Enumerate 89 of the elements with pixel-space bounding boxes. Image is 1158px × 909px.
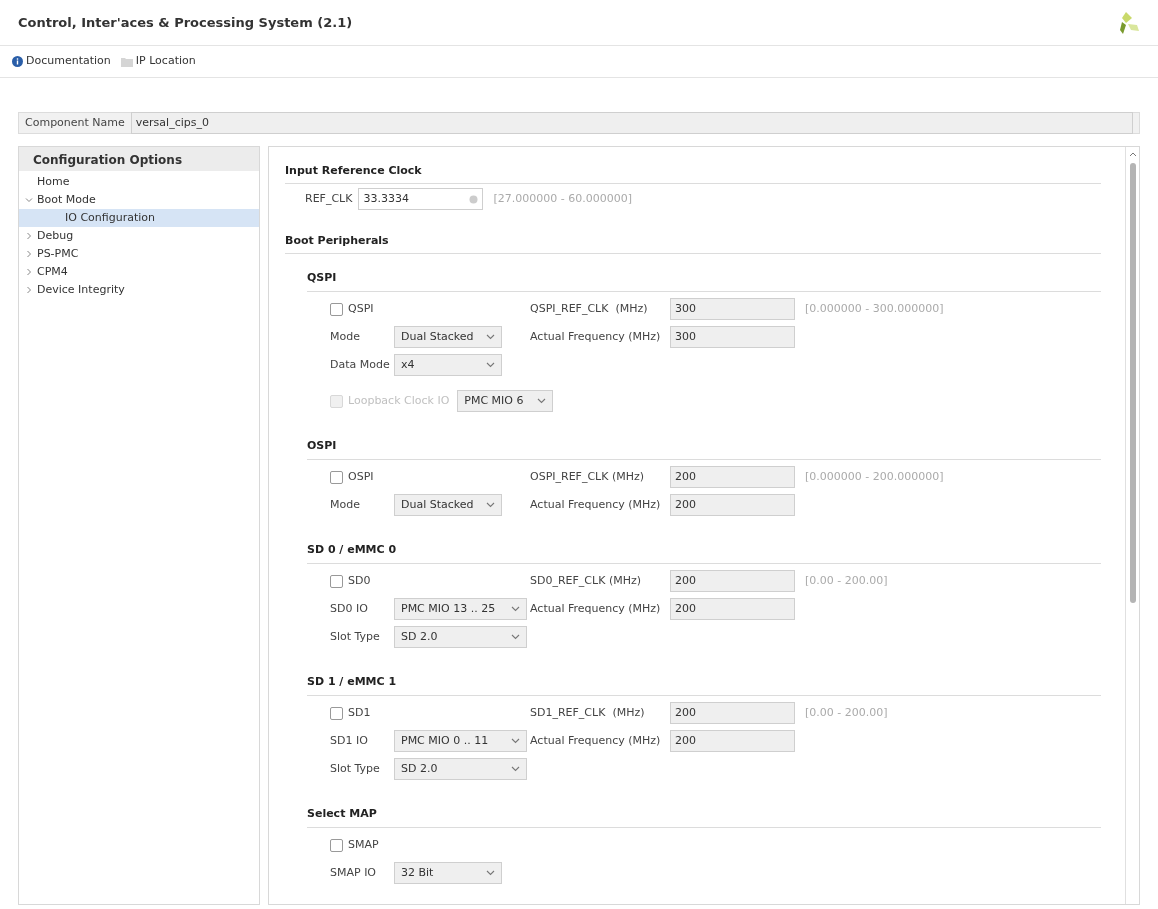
section-heading: QSPI xyxy=(307,271,337,284)
checkbox-label: SD0 xyxy=(348,572,371,589)
clock-field[interactable]: 200 xyxy=(670,702,795,724)
range-hint: [27.000000 - 60.000000] xyxy=(493,190,632,207)
field-label: SD0 IO xyxy=(330,600,369,617)
field-label: OSPI_REF_CLK (MHz) xyxy=(530,468,646,485)
checkbox-label: Loopback Clock IO xyxy=(348,392,450,409)
range-hint: [0.000000 - 200.000000] xyxy=(805,468,944,485)
component-name-field[interactable]: versal_cips_0 xyxy=(130,112,1133,134)
toolbar-link[interactable]: Documentation xyxy=(12,53,111,70)
ref-clock-field[interactable]: 33.3334 xyxy=(358,188,484,210)
checkbox[interactable] xyxy=(330,302,343,316)
frequency-field[interactable]: 300 xyxy=(670,326,795,348)
checkbox-label: SMAP xyxy=(348,836,379,853)
field-label: Actual Frequency (MHz) xyxy=(530,600,662,617)
chevron-down-icon xyxy=(486,362,495,368)
section-heading: OSPI xyxy=(307,439,337,452)
scroll-up-icon[interactable] xyxy=(1128,151,1137,157)
clock-field[interactable]: 200 xyxy=(670,466,795,488)
section-heading: Boot Peripherals xyxy=(285,234,389,247)
chevron-down-icon xyxy=(537,398,547,404)
info-icon xyxy=(12,56,23,67)
clear-icon[interactable] xyxy=(469,194,479,204)
checkbox[interactable] xyxy=(330,574,343,588)
field-label: Data Mode xyxy=(330,356,391,373)
toolbar-link[interactable]: IP Location xyxy=(120,53,196,70)
checkbox-label: OSPI xyxy=(348,468,374,485)
chevron-right-icon[interactable] xyxy=(25,268,33,276)
tree-item[interactable]: Home xyxy=(19,173,259,191)
chevron-down-icon xyxy=(511,738,520,744)
chevron-down-icon xyxy=(486,870,495,876)
section-heading: Select MAP xyxy=(307,807,377,820)
checkbox[interactable] xyxy=(330,706,343,720)
range-hint: [0.000000 - 300.000000] xyxy=(805,300,944,317)
chevron-down-icon xyxy=(511,634,520,640)
dropdown[interactable]: Dual Stacked xyxy=(394,326,502,348)
range-hint: [0.00 - 200.00] xyxy=(805,572,888,589)
section-heading: SD 0 / eMMC 0 xyxy=(307,543,397,556)
clock-field[interactable]: 200 xyxy=(670,570,795,592)
chevron-right-icon[interactable] xyxy=(25,250,33,258)
chevron-down-icon[interactable] xyxy=(25,196,33,204)
checkbox[interactable] xyxy=(330,470,343,484)
frequency-field[interactable]: 200 xyxy=(670,494,795,516)
chevron-down-icon xyxy=(511,766,520,772)
checkbox-label: QSPI xyxy=(348,300,374,317)
chevron-right-icon[interactable] xyxy=(25,232,33,240)
field-label: Actual Frequency (MHz) xyxy=(530,496,662,513)
sidebar-title: Configuration Options xyxy=(33,152,183,169)
tree-item[interactable]: Boot Mode xyxy=(19,191,259,209)
dropdown[interactable]: PMC MIO 0 .. 11 xyxy=(394,730,527,752)
field-label: QSPI_REF_CLK (MHz) xyxy=(530,300,649,317)
field-label: Slot Type xyxy=(330,628,381,645)
frequency-field[interactable]: 200 xyxy=(670,598,795,620)
field-label: Slot Type xyxy=(330,760,381,777)
field-label: Mode xyxy=(330,496,361,513)
field-label: SD1 IO xyxy=(330,732,369,749)
dropdown[interactable]: 32 Bit xyxy=(394,862,502,884)
scrollbar[interactable] xyxy=(1125,147,1139,904)
section-heading: Input Reference Clock xyxy=(285,164,422,177)
field-label: Mode xyxy=(330,328,361,345)
tree-item[interactable]: Device Integrity xyxy=(19,281,259,299)
frequency-field[interactable]: 200 xyxy=(670,730,795,752)
field-label: REF_CLK xyxy=(305,190,353,207)
field-label: SMAP IO xyxy=(330,864,378,881)
clock-field[interactable]: 300 xyxy=(670,298,795,320)
dropdown[interactable]: SD 2.0 xyxy=(394,758,527,780)
window-title: Control, Inter'aces & Processing System (2.1) xyxy=(18,13,353,32)
dropdown[interactable]: SD 2.0 xyxy=(394,626,527,648)
checkbox-label: SD1 xyxy=(348,704,371,721)
tree-item[interactable]: CPM4 xyxy=(19,263,259,281)
field-label: SD0_REF_CLK (MHz) xyxy=(530,572,642,589)
tree-item[interactable]: IO Configuration xyxy=(19,209,259,227)
chevron-down-icon xyxy=(486,334,495,340)
chevron-down-icon xyxy=(511,606,520,612)
dropdown[interactable]: Dual Stacked xyxy=(394,494,502,516)
field-label: Actual Frequency (MHz) xyxy=(530,328,662,345)
field-label: Component Name xyxy=(25,114,125,131)
dropdown[interactable]: x4 xyxy=(394,354,502,376)
field-label: SD1_REF_CLK (MHz) xyxy=(530,704,646,721)
tree-item[interactable]: PS-PMC xyxy=(19,245,259,263)
range-hint: [0.00 - 200.00] xyxy=(805,704,888,721)
folder-icon xyxy=(120,56,133,67)
checkbox[interactable] xyxy=(330,838,343,852)
field-label: Actual Frequency (MHz) xyxy=(530,732,662,749)
chevron-right-icon[interactable] xyxy=(25,286,33,294)
chevron-down-icon xyxy=(486,502,495,508)
section-heading: SD 1 / eMMC 1 xyxy=(307,675,397,688)
dropdown[interactable]: PMC MIO 13 .. 25 xyxy=(394,598,527,620)
tree-item[interactable]: Debug xyxy=(19,227,259,245)
